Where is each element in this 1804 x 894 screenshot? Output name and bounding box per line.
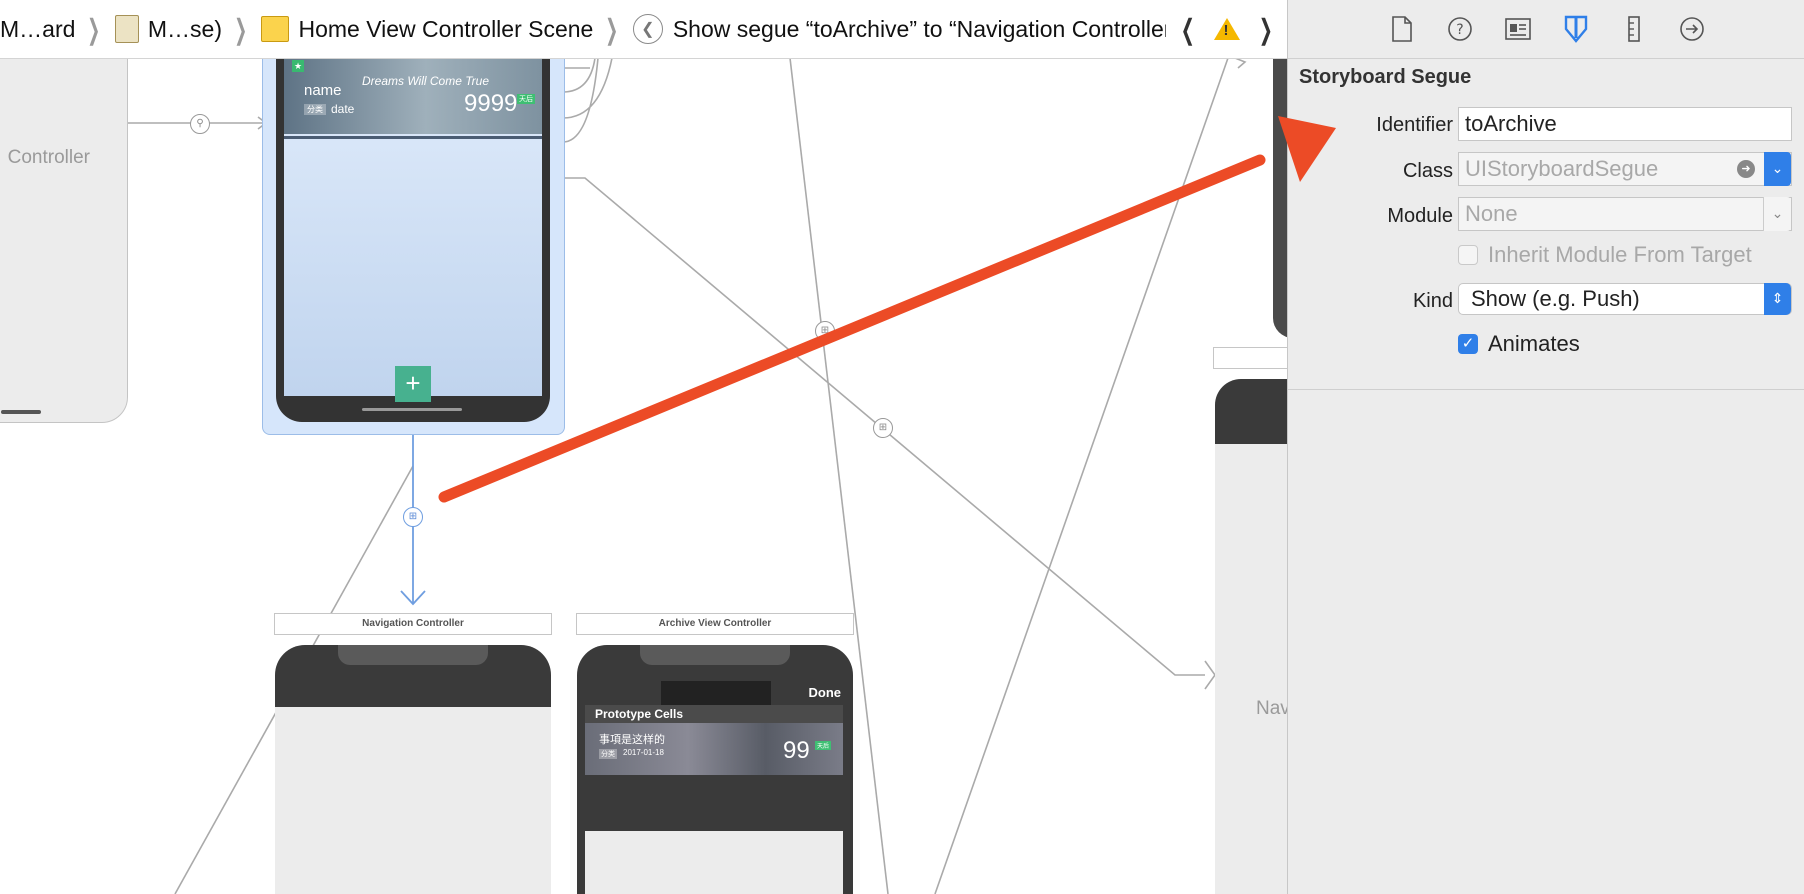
help-icon[interactable]: ?: [1445, 14, 1475, 44]
segue-icon[interactable]: ⊞: [815, 321, 835, 341]
done-button[interactable]: Done: [809, 685, 842, 700]
breadcrumb-bar: M…ard ❯ M…se) ❯ Home View Controller Sce…: [0, 0, 1287, 59]
navigation-controller-view: [275, 707, 551, 894]
archive-view-controller-scene[interactable]: Done Prototype Cells 事項是这样的 分类 2017-01-1…: [577, 645, 853, 894]
segue-icon[interactable]: ⚲: [190, 114, 210, 134]
right-navigation-view: [1215, 444, 1287, 894]
cell-title-label: 事項是这样的: [599, 734, 665, 746]
identifier-label: Identifier: [1376, 114, 1453, 136]
identifier-field[interactable]: toArchive: [1458, 107, 1792, 141]
archive-view-controller-title[interactable]: Archive View Controller: [576, 613, 854, 635]
home-table-cell[interactable]: ★ Dreams Will Come True name 分类 date 999…: [284, 58, 542, 134]
attributes-icon[interactable]: [1561, 14, 1591, 44]
module-label: Module: [1387, 205, 1453, 227]
navigation-controller-scene[interactable]: [275, 645, 551, 894]
phone-notch: [640, 645, 790, 665]
home-indicator: [1, 410, 41, 414]
warning-icon[interactable]: !: [1213, 18, 1240, 40]
breadcrumb-separator: ❯: [605, 13, 619, 45]
class-field[interactable]: UIStoryboardSegue ➜ ⌄: [1458, 152, 1792, 186]
module-field[interactable]: None ⌄: [1458, 197, 1792, 231]
section-title: Storyboard Segue: [1299, 66, 1472, 88]
archive-prototype-cell[interactable]: 事項是这样的 分类 2017-01-18 99 天后: [585, 723, 843, 775]
class-label: Class: [1402, 160, 1453, 182]
cell-date-label: 2017-01-18: [623, 748, 664, 757]
left-controller-scene[interactable]: Controller: [0, 58, 128, 423]
breadcrumb-separator: ❯: [234, 13, 248, 45]
segue-icon: ❮: [632, 14, 663, 44]
cell-tag-label: 分类: [599, 749, 617, 759]
cell-separator: [284, 136, 542, 139]
kind-stepper-icon: ⇕: [1764, 283, 1791, 315]
kind-label: Kind: [1412, 290, 1453, 312]
connections-icon[interactable]: [1677, 14, 1707, 44]
breadcrumb-item-segue[interactable]: ❮ Show segue “toArchive” to “Navigation …: [632, 14, 1180, 44]
animates-checkbox[interactable]: ✓: [1458, 334, 1478, 354]
animates-label: Animates: [1488, 331, 1580, 356]
file-icon[interactable]: [1387, 14, 1417, 44]
size-icon[interactable]: [1619, 14, 1649, 44]
breadcrumb-item-file[interactable]: M…se): [114, 15, 222, 43]
breadcrumb-scene-label: Home View Controller Scene: [298, 15, 594, 42]
scene-icon: [261, 16, 290, 42]
previous-issue-button[interactable]: ❮: [1181, 13, 1195, 46]
class-placeholder: UIStoryboardSegue: [1465, 156, 1659, 181]
cell-name-label: name: [304, 82, 342, 99]
cell-tag-label: 分类: [304, 104, 326, 115]
add-button[interactable]: +: [395, 366, 431, 402]
storyboard-file-icon: [114, 15, 139, 43]
breadcrumb-segue-label: Show segue “toArchive” to “Navigation Co…: [672, 15, 1180, 42]
navigation-controller-title[interactable]: Navigation Controller: [274, 613, 552, 635]
nav-title-view: [661, 681, 771, 705]
cell-number-label: 9999: [464, 90, 518, 117]
identifier-value: toArchive: [1465, 111, 1557, 136]
cell-number-label: 99: [783, 737, 810, 764]
inherit-module-checkbox[interactable]: [1458, 245, 1478, 265]
breadcrumb-storyboard-label: M…ard: [0, 15, 76, 42]
breadcrumb-item-storyboard[interactable]: M…ard: [0, 16, 75, 43]
prototype-cells-header: Prototype Cells: [585, 705, 843, 723]
storyboard-canvas[interactable]: Controller ⚲ ★ Dreams Will Come True nam…: [0, 58, 1287, 894]
issue-navigation: ❮ ! ❯: [1166, 0, 1277, 58]
identity-icon[interactable]: [1503, 14, 1533, 44]
right-controller-scene[interactable]: [1273, 58, 1287, 338]
go-to-class-icon[interactable]: ➜: [1737, 160, 1755, 178]
right-scene-title[interactable]: [1213, 347, 1287, 369]
home-indicator: [362, 408, 462, 411]
breadcrumb-item-scene[interactable]: Home View Controller Scene: [261, 16, 593, 43]
right-nav-label: Nav: [1256, 698, 1287, 719]
star-icon: ★: [292, 60, 304, 72]
motto-label: Dreams Will Come True: [362, 74, 490, 88]
module-placeholder: None: [1465, 201, 1518, 226]
phone-notch: [338, 645, 488, 665]
module-dropdown-button[interactable]: ⌄: [1763, 197, 1791, 231]
cell-badge-label: 天后: [517, 94, 535, 104]
segue-icon[interactable]: ⊞: [873, 418, 893, 438]
selected-segue-icon[interactable]: ⊞: [403, 507, 423, 527]
attributes-inspector: ? Storyboard Segue Identifier toArchive …: [1287, 0, 1804, 894]
breadcrumb-file-label: M…se): [147, 15, 222, 42]
class-dropdown-button[interactable]: ⌄: [1764, 152, 1791, 186]
breadcrumb-separator: ❯: [87, 13, 101, 45]
kind-value: Show (e.g. Push): [1471, 286, 1640, 311]
svg-text:?: ?: [1456, 22, 1463, 38]
inspector-tab-bar: ?: [1288, 0, 1804, 59]
left-controller-label: Controller: [7, 147, 90, 168]
archive-table-view: [585, 831, 843, 894]
inspector-divider: [1288, 389, 1804, 390]
kind-popup-button[interactable]: Show (e.g. Push) ⇕: [1458, 283, 1792, 315]
inherit-module-label: Inherit Module From Target: [1488, 242, 1752, 267]
next-issue-button[interactable]: ❯: [1258, 13, 1272, 46]
cell-badge-label: 天后: [815, 741, 832, 750]
cell-date-label: date: [331, 102, 355, 116]
